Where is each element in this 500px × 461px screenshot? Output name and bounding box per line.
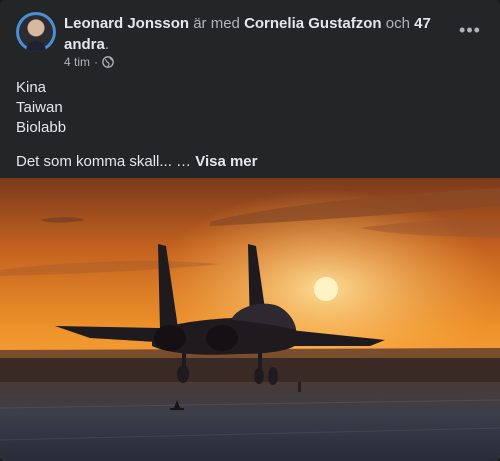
feed-post: Leonard Jonsson är med Cornelia Gustafzo…: [0, 0, 500, 461]
period-text: .: [104, 36, 110, 53]
more-options-icon[interactable]: •••: [456, 16, 484, 44]
see-more-button[interactable]: Visa mer: [195, 153, 257, 170]
post-photo[interactable]: [0, 178, 500, 461]
text-line-2: Taiwan: [16, 99, 63, 116]
meta-separator: ·: [94, 55, 99, 69]
post-attribution: Leonard Jonsson är med Cornelia Gustafzo…: [64, 13, 444, 55]
fighter-jet-sunset-image: [0, 178, 500, 461]
post-header: Leonard Jonsson är med Cornelia Gustafzo…: [16, 12, 484, 69]
tagged-person-link[interactable]: Cornelia Gustafzon: [244, 15, 382, 32]
caption-line: Det som komma skall... … Visa mer: [16, 152, 484, 172]
avatar-photo: [19, 15, 53, 52]
text-line-3: Biolabb: [16, 119, 67, 136]
author-name-link[interactable]: Leonard Jonsson: [64, 15, 189, 32]
globe-icon[interactable]: [102, 56, 114, 68]
post-text: Kina Taiwan Biolabb Det som komma skall.…: [16, 78, 484, 172]
post-meta: 4 tim ·: [64, 55, 114, 69]
with-text: är med: [193, 15, 240, 32]
caption-text: Det som komma skall... …: [16, 153, 192, 170]
text-spacer: [16, 138, 484, 152]
and-text: och: [385, 15, 410, 32]
author-avatar[interactable]: [16, 12, 56, 52]
timestamp-link[interactable]: 4 tim: [64, 55, 90, 69]
text-line-1: Kina: [16, 79, 47, 96]
